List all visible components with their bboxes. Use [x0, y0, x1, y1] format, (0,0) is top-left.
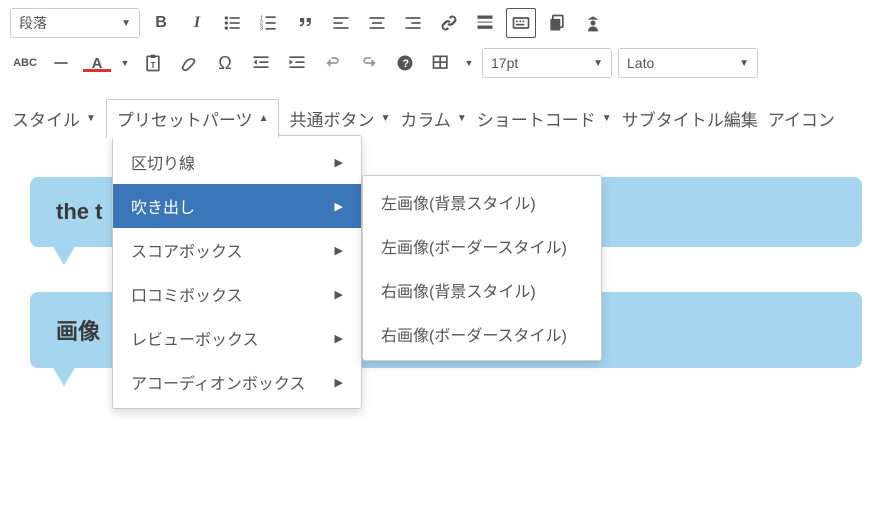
svg-text:?: ? [403, 58, 410, 70]
font-family-select[interactable]: Lato ▼ [618, 48, 758, 78]
caret-down-icon: ▼ [86, 113, 96, 124]
numbered-list-button[interactable]: 123 [254, 8, 284, 38]
link-button[interactable] [434, 8, 464, 38]
dropdown-item-label: スコアボックス [131, 238, 243, 262]
dropdown-item-label: 吹き出し [131, 194, 195, 218]
format-select[interactable]: 段落 ▼ [10, 8, 140, 38]
svg-text:T: T [151, 60, 156, 70]
format-select-value: 段落 [19, 13, 47, 33]
preset-parts-dropdown: 区切り線 ▶ 吹き出し ▶ スコアボックス ▶ 口コミボックス ▶ レビューボッ… [112, 135, 362, 409]
menu-column-label: カラム [400, 106, 451, 131]
menu-common-button-label: 共通ボタン [289, 106, 374, 131]
menu-column[interactable]: カラム ▼ [400, 106, 466, 131]
caret-up-icon: ▲ [259, 113, 269, 124]
read-more-button[interactable] [470, 8, 500, 38]
svg-text:3: 3 [260, 26, 263, 32]
special-character-button[interactable]: Ω [210, 48, 240, 78]
bold-button[interactable]: B [146, 8, 176, 38]
menu-icon[interactable]: アイコン [768, 106, 835, 131]
bulleted-list-button[interactable] [218, 8, 248, 38]
copy-button[interactable] [542, 8, 572, 38]
speech-bubble-1-text: the t [56, 199, 102, 224]
dropdown-item-label: 区切り線 [131, 150, 195, 174]
color-swatch [83, 69, 111, 72]
submenu-left-image-bg[interactable]: 左画像(背景スタイル) [363, 180, 601, 224]
chevron-right-icon: ▶ [335, 288, 343, 301]
redo-button[interactable] [354, 48, 384, 78]
menu-style-label: スタイル [12, 106, 80, 131]
chevron-right-icon: ▶ [335, 332, 343, 345]
caret-down-icon: ▼ [380, 113, 390, 124]
submenu-item-label: 右画像(ボーダースタイル) [381, 322, 567, 346]
dropdown-item-review-box-2[interactable]: レビューボックス ▶ [113, 316, 361, 360]
italic-button[interactable]: I [182, 8, 212, 38]
caret-down-icon: ▼ [457, 113, 467, 124]
submenu-right-image-border[interactable]: 右画像(ボーダースタイル) [363, 312, 601, 356]
strikethrough-button[interactable]: ABC [10, 48, 40, 78]
chevron-down-icon: ▼ [739, 58, 749, 69]
dropdown-item-label: レビューボックス [131, 326, 259, 350]
menu-subtitle-edit-label: サブタイトル編集 [622, 106, 758, 131]
chevron-right-icon: ▶ [335, 244, 343, 257]
submenu-item-label: 右画像(背景スタイル) [381, 278, 536, 302]
caret-down-icon: ▼ [602, 113, 612, 124]
align-left-button[interactable] [326, 8, 356, 38]
chevron-right-icon: ▶ [335, 156, 343, 169]
dropdown-item-accordion-box[interactable]: アコーディオンボックス ▶ [113, 360, 361, 404]
speech-bubble-2-text: 画像 [56, 319, 100, 344]
dropdown-item-review-box[interactable]: 口コミボックス ▶ [113, 272, 361, 316]
chevron-down-icon: ▼ [121, 18, 131, 29]
font-family-value: Lato [627, 55, 654, 71]
keyboard-toggle-button[interactable] [506, 8, 536, 38]
menu-preset-parts[interactable]: プリセットパーツ ▲ [106, 99, 280, 138]
dropdown-item-label: アコーディオンボックス [131, 370, 305, 394]
horizontal-rule-button[interactable] [46, 48, 76, 78]
chevron-right-icon: ▶ [335, 200, 343, 213]
chevron-down-icon: ▼ [593, 58, 603, 69]
menu-shortcode[interactable]: ショートコード ▼ [477, 106, 612, 131]
align-center-button[interactable] [362, 8, 392, 38]
menu-subtitle-edit[interactable]: サブタイトル編集 [622, 106, 758, 131]
dropdown-item-score-box[interactable]: スコアボックス ▶ [113, 228, 361, 272]
menu-style[interactable]: スタイル ▼ [12, 106, 96, 131]
blockquote-button[interactable] [290, 8, 320, 38]
outdent-button[interactable] [246, 48, 276, 78]
submenu-item-label: 左画像(背景スタイル) [381, 190, 536, 214]
submenu-left-image-border[interactable]: 左画像(ボーダースタイル) [363, 224, 601, 268]
dropdown-item-label: 口コミボックス [131, 282, 243, 306]
menu-shortcode-label: ショートコード [477, 106, 596, 131]
paste-text-button[interactable]: T [138, 48, 168, 78]
dropdown-item-divider[interactable]: 区切り線 ▶ [113, 140, 361, 184]
menu-common-button[interactable]: 共通ボタン ▼ [289, 106, 390, 131]
chevron-right-icon: ▶ [335, 376, 343, 389]
font-size-value: 17pt [491, 55, 518, 71]
font-size-select[interactable]: 17pt ▼ [482, 48, 612, 78]
speech-bubble-submenu: 左画像(背景スタイル) 左画像(ボーダースタイル) 右画像(背景スタイル) 右画… [362, 175, 602, 361]
person-icon-button[interactable] [578, 8, 608, 38]
table-button[interactable] [426, 48, 456, 78]
menu-preset-parts-label: プリセットパーツ [117, 106, 253, 131]
help-button[interactable]: ? [390, 48, 420, 78]
clear-formatting-button[interactable] [174, 48, 204, 78]
dropdown-item-speech-bubble[interactable]: 吹き出し ▶ [113, 184, 361, 228]
table-caret[interactable]: ▼ [462, 48, 476, 78]
menu-icon-label: アイコン [768, 106, 835, 131]
submenu-item-label: 左画像(ボーダースタイル) [381, 234, 567, 258]
undo-button[interactable] [318, 48, 348, 78]
text-color-button[interactable]: A [82, 48, 112, 78]
indent-button[interactable] [282, 48, 312, 78]
submenu-right-image-bg[interactable]: 右画像(背景スタイル) [363, 268, 601, 312]
text-color-caret[interactable]: ▼ [118, 48, 132, 78]
align-right-button[interactable] [398, 8, 428, 38]
